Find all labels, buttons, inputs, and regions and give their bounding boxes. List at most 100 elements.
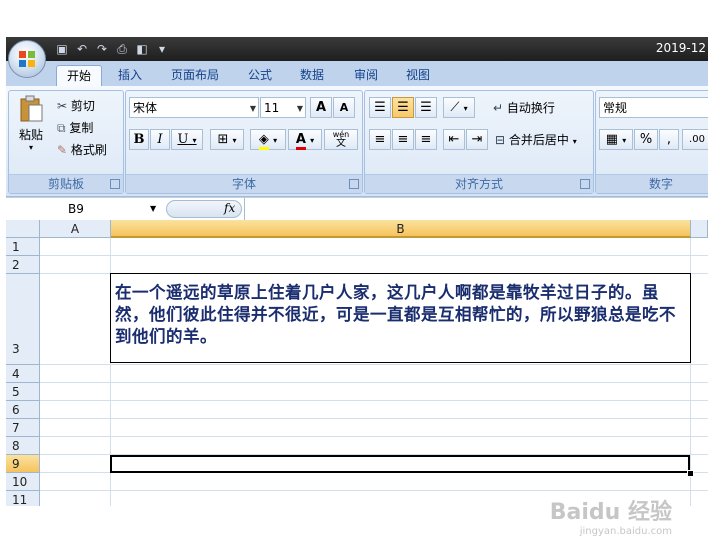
row-header-4[interactable]: 4 bbox=[6, 365, 40, 383]
column-header-a[interactable]: A bbox=[40, 220, 111, 238]
tab-insert[interactable]: 插入 bbox=[110, 65, 150, 86]
font-size-value: 11 bbox=[264, 101, 280, 115]
align-left-button[interactable]: ≡ bbox=[369, 129, 391, 150]
phonetic-button[interactable]: wén 文 bbox=[324, 129, 358, 150]
align-center-icon: ≡ bbox=[397, 132, 409, 147]
cut-button[interactable]: ✂ 剪切 bbox=[57, 97, 95, 114]
tab-view[interactable]: 视图 bbox=[398, 65, 438, 86]
row-header-11[interactable]: 11 bbox=[6, 491, 40, 506]
row-header-8[interactable]: 8 bbox=[6, 437, 40, 455]
office-button[interactable] bbox=[8, 40, 46, 78]
row-line bbox=[40, 256, 708, 274]
tab-data[interactable]: 数据 bbox=[292, 65, 332, 86]
baidu-watermark: Baidu 经验 jingyan.baidu.com bbox=[550, 494, 672, 537]
window-title: 2019-12 bbox=[655, 41, 706, 55]
increase-indent-button[interactable]: ⇥ bbox=[466, 129, 488, 150]
redo-icon[interactable]: ↷ bbox=[94, 41, 110, 57]
column-header-b[interactable]: B bbox=[111, 220, 691, 238]
print-icon[interactable]: ⎙ bbox=[114, 41, 130, 57]
align-top-icon: ☰ bbox=[374, 100, 386, 115]
font-size-dropdown-icon: ▼ bbox=[296, 104, 303, 113]
increase-decimal-button[interactable]: .00 bbox=[682, 129, 708, 150]
alignment-group-label: 对齐方式 bbox=[365, 174, 593, 193]
row-line bbox=[40, 473, 708, 491]
align-center-button[interactable]: ≡ bbox=[392, 129, 414, 150]
align-right-button[interactable]: ≡ bbox=[415, 129, 437, 150]
row-header-2[interactable]: 2 bbox=[6, 256, 40, 274]
font-color-button[interactable]: A ▾ bbox=[288, 129, 322, 150]
underline-button[interactable]: U ▾ bbox=[171, 129, 203, 150]
merge-dropdown-icon: ▾ bbox=[572, 137, 577, 146]
font-name-select[interactable]: 宋体 ▼ bbox=[129, 97, 259, 118]
row-header-5[interactable]: 5 bbox=[6, 383, 40, 401]
copy-button[interactable]: ⧉ 复制 bbox=[57, 119, 93, 136]
font-launcher-icon[interactable] bbox=[349, 179, 359, 189]
row-header-10[interactable]: 10 bbox=[6, 473, 40, 491]
shrink-font-icon: A bbox=[339, 101, 349, 114]
select-all-corner[interactable] bbox=[6, 220, 40, 238]
font-name-dropdown-icon: ▼ bbox=[249, 104, 256, 113]
wrap-text-button[interactable]: ↵ 自动换行 bbox=[493, 99, 555, 116]
tab-page-layout[interactable]: 页面布局 bbox=[162, 65, 228, 86]
paste-dropdown-icon[interactable]: ▾ bbox=[13, 143, 49, 152]
merge-center-button[interactable]: ⊟ 合并后居中 ▾ bbox=[495, 131, 577, 148]
row-header-7[interactable]: 7 bbox=[6, 419, 40, 437]
column-header-c[interactable] bbox=[691, 220, 708, 238]
shrink-font-button[interactable]: A bbox=[333, 97, 355, 118]
clipboard-launcher-icon[interactable] bbox=[110, 179, 120, 189]
wrap-text-label: 自动换行 bbox=[506, 101, 555, 115]
underline-icon: U bbox=[177, 132, 189, 147]
phonetic-char: 文 bbox=[336, 138, 346, 149]
align-left-icon: ≡ bbox=[374, 132, 386, 147]
comma-icon: , bbox=[666, 132, 672, 147]
comma-style-button[interactable]: , bbox=[659, 129, 679, 150]
orientation-dropdown-icon: ▾ bbox=[463, 104, 468, 113]
insert-function-icon[interactable]: fx bbox=[224, 201, 235, 215]
customize-qat-icon[interactable]: ▾ bbox=[154, 41, 170, 57]
font-size-select[interactable]: 11 ▼ bbox=[260, 97, 306, 118]
ribbon-tabs: 开始 插入 页面布局 公式 数据 审阅 视图 bbox=[6, 61, 708, 87]
name-box[interactable]: B9 ▼ bbox=[6, 200, 162, 218]
quick-access-toolbar: ▣ ↶ ↷ ⎙ ◧ ▾ bbox=[54, 40, 170, 58]
alignment-launcher-icon[interactable] bbox=[580, 179, 590, 189]
paste-button[interactable]: 粘贴 ▾ bbox=[13, 95, 49, 159]
italic-button[interactable]: I bbox=[150, 129, 170, 150]
row-header-3[interactable]: 3 bbox=[6, 274, 40, 365]
fill-dropdown-icon: ▾ bbox=[273, 136, 278, 145]
number-format-select[interactable]: 常规 bbox=[599, 97, 708, 118]
watermark-url: jingyan.baidu.com bbox=[579, 526, 672, 537]
tab-formulas[interactable]: 公式 bbox=[240, 65, 280, 86]
align-bottom-button[interactable]: ☰ bbox=[415, 97, 437, 118]
copy-label: 复制 bbox=[69, 121, 94, 135]
fill-color-button[interactable]: ◈ ▾ bbox=[250, 129, 286, 150]
orientation-button[interactable]: ⟋ ▾ bbox=[443, 97, 475, 118]
borders-button[interactable]: ⊞ ▾ bbox=[210, 129, 244, 150]
name-box-dropdown-icon[interactable]: ▼ bbox=[150, 200, 156, 218]
tab-review[interactable]: 审阅 bbox=[346, 65, 386, 86]
row-line bbox=[40, 238, 708, 256]
undo-icon[interactable]: ↶ bbox=[74, 41, 90, 57]
tab-home[interactable]: 开始 bbox=[56, 65, 102, 87]
row-header-9[interactable]: 9 bbox=[6, 455, 40, 473]
save-icon[interactable]: ▣ bbox=[54, 41, 70, 57]
format-painter-button[interactable]: ✎ 格式刷 bbox=[57, 141, 107, 158]
print-preview-icon[interactable]: ◧ bbox=[134, 41, 150, 57]
row-header-6[interactable]: 6 bbox=[6, 401, 40, 419]
grow-font-button[interactable]: A bbox=[310, 97, 332, 118]
align-top-button[interactable]: ☰ bbox=[369, 97, 391, 118]
cell-b3[interactable]: 在一个遥远的草原上住着几户人家，这几户人啊都是靠牧羊过日子的。虽然，他们彼此住得… bbox=[110, 273, 691, 363]
bold-button[interactable]: B bbox=[129, 129, 149, 150]
row-header-1[interactable]: 1 bbox=[6, 238, 40, 256]
brush-icon: ✎ bbox=[57, 143, 68, 157]
row-line bbox=[40, 419, 708, 437]
percent-style-button[interactable]: % bbox=[634, 129, 658, 150]
formula-bar: B9 ▼ fx bbox=[6, 197, 708, 221]
align-middle-button[interactable]: ☰ bbox=[392, 97, 414, 118]
watermark-brand: Baidu 经验 bbox=[549, 500, 672, 525]
formula-input[interactable] bbox=[244, 198, 708, 220]
active-cell-b9[interactable] bbox=[110, 455, 690, 473]
accounting-format-button[interactable]: ▦ ▾ bbox=[599, 129, 633, 150]
fill-handle[interactable] bbox=[687, 470, 694, 477]
decrease-indent-button[interactable]: ⇤ bbox=[443, 129, 465, 150]
worksheet-grid[interactable]: A B 1 2 3 4 5 6 7 8 9 10 11 在一个遥远的草原上住着几… bbox=[6, 220, 708, 506]
